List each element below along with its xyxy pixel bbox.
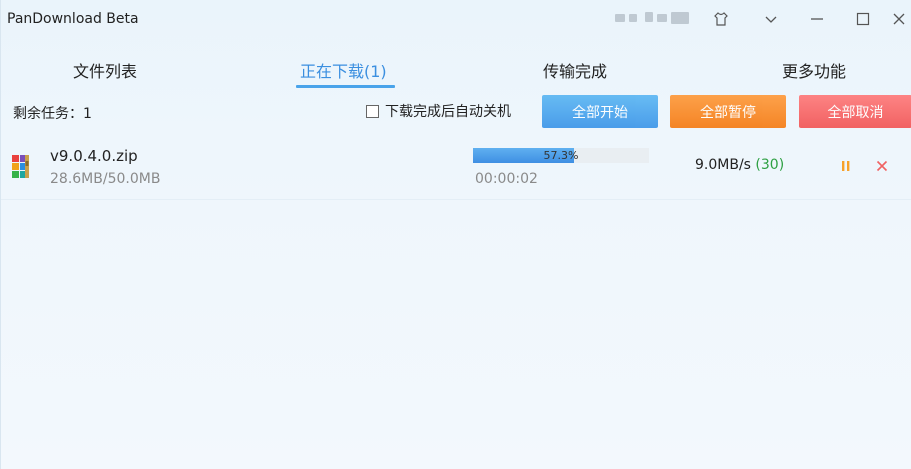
tab-more-features[interactable]: 更多功能 [782, 58, 846, 82]
file-size: 28.6MB/50.0MB [50, 171, 161, 187]
progress-percent: 57.3% [543, 149, 579, 162]
auto-shutdown-option[interactable]: 下载完成后自动关机 [366, 101, 511, 121]
cancel-all-button[interactable]: 全部取消 [799, 95, 911, 128]
close-icon[interactable] [888, 8, 910, 30]
speed-value: 9.0MB/s [695, 157, 751, 173]
download-speed: 9.0MB/s (30) [695, 157, 784, 173]
app-title: PanDownload Beta [7, 11, 139, 27]
elapsed-time: 00:00:02 [475, 171, 538, 187]
zip-archive-icon [11, 153, 35, 179]
pause-icon[interactable] [837, 157, 855, 175]
maximize-icon[interactable] [849, 8, 877, 30]
shirt-icon[interactable] [707, 8, 735, 30]
progress-bar: 57.3% [473, 148, 649, 163]
remaining-tasks: 剩余任务：1 [13, 106, 92, 122]
app-window: PanDownload Beta 文件列表 正在下载(1) 传输完成 更多功能 [0, 0, 911, 469]
file-name: v9.0.4.0.zip [50, 147, 138, 165]
tab-file-list[interactable]: 文件列表 [73, 58, 137, 82]
tab-downloading[interactable]: 正在下载(1) [300, 58, 387, 82]
tab-completed[interactable]: 传输完成 [543, 58, 607, 82]
tab-bar: 文件列表 正在下载(1) 传输完成 更多功能 [1, 50, 911, 92]
user-avatar-blurred[interactable] [615, 12, 691, 26]
title-bar: PanDownload Beta [1, 0, 911, 40]
cancel-icon[interactable] [873, 157, 891, 175]
chevron-down-icon[interactable] [757, 8, 785, 30]
pause-all-button[interactable]: 全部暂停 [670, 95, 786, 128]
minimize-icon[interactable] [803, 8, 831, 30]
download-row[interactable]: v9.0.4.0.zip 28.6MB/50.0MB 57.3% 00:00:0… [1, 137, 911, 200]
active-tab-indicator [296, 85, 395, 88]
auto-shutdown-checkbox[interactable] [366, 104, 379, 118]
start-all-button[interactable]: 全部开始 [542, 95, 658, 128]
connection-count: (30) [755, 157, 785, 173]
auto-shutdown-label: 下载完成后自动关机 [385, 104, 511, 120]
